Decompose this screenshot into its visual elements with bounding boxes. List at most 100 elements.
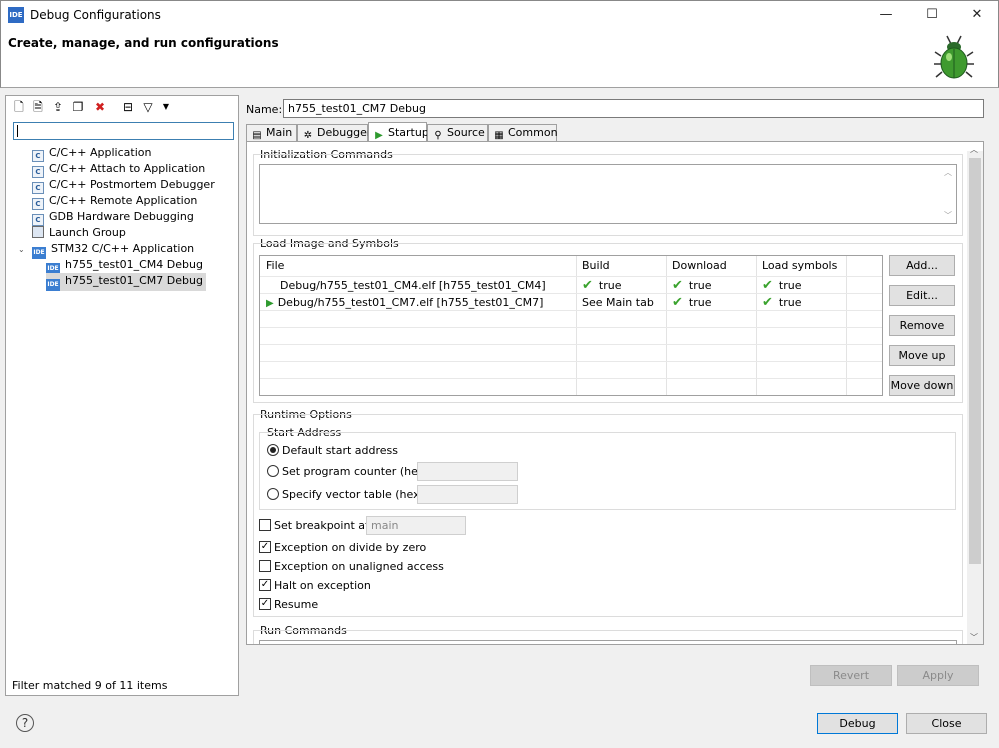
tree-item-launch-group[interactable]: Launch Group bbox=[16, 225, 236, 241]
tree-item-cpp-postmortem[interactable]: C C/C++ Postmortem Debugger bbox=[16, 177, 236, 194]
checkmark-icon: ✔ bbox=[582, 278, 593, 293]
row-file[interactable]: ▶ Debug/h755_test01_CM7.elf [h755_test01_… bbox=[266, 296, 543, 309]
tree-item-cpp-attach[interactable]: C C/C++ Attach to Application bbox=[16, 161, 236, 178]
scrollbar-thumb[interactable] bbox=[969, 158, 981, 564]
resume-checkbox[interactable]: ✓ bbox=[259, 598, 271, 610]
revert-button[interactable]: Revert bbox=[810, 665, 892, 686]
row-divider bbox=[260, 327, 882, 328]
tree-item-cm4-debug[interactable]: IDE h755_test01_CM4 Debug bbox=[16, 257, 236, 275]
program-counter-label: Set program counter (hex): bbox=[282, 465, 433, 478]
add-button[interactable]: Add... bbox=[889, 255, 955, 276]
checkmark-icon: ✔ bbox=[762, 278, 773, 293]
program-counter-radio[interactable] bbox=[267, 465, 279, 477]
header-title: Create, manage, and run configurations bbox=[8, 36, 279, 50]
dialog-header: Create, manage, and run configurations bbox=[0, 28, 999, 88]
move-up-button[interactable]: Move up bbox=[889, 345, 955, 366]
remove-button[interactable]: Remove bbox=[889, 315, 955, 336]
row-divider bbox=[260, 293, 882, 294]
filter-status: Filter matched 9 of 11 items bbox=[12, 679, 168, 692]
row-build[interactable]: ✔ true bbox=[582, 278, 621, 293]
ide-icon: IDE bbox=[46, 279, 60, 291]
program-counter-input[interactable] bbox=[417, 462, 518, 481]
load-table: File Build Download Load symbols Debug/h… bbox=[259, 255, 883, 396]
dropdown-icon[interactable]: ▼ bbox=[158, 99, 174, 115]
new-config-icon[interactable]: 🗋 bbox=[11, 99, 27, 115]
tab-source[interactable]: ⚲ Source bbox=[427, 124, 488, 142]
row-divider bbox=[260, 276, 882, 277]
maximize-button[interactable]: ☐ bbox=[909, 1, 955, 29]
export-icon[interactable]: ⇪ bbox=[50, 99, 66, 115]
resume-label: Resume bbox=[274, 598, 319, 611]
tree-item-gdb-hardware[interactable]: C GDB Hardware Debugging bbox=[16, 209, 236, 226]
col-download: Download bbox=[672, 259, 727, 272]
halt-on-exception-checkbox[interactable]: ✓ bbox=[259, 579, 271, 591]
tab-startup[interactable]: ▶ Startup bbox=[368, 122, 429, 142]
filter-icon[interactable]: ▽ bbox=[140, 99, 156, 115]
name-input[interactable]: h755_test01_CM7 Debug bbox=[283, 99, 984, 118]
tab-main[interactable]: ▤ Main bbox=[246, 124, 297, 142]
move-down-button[interactable]: Move down bbox=[889, 375, 955, 396]
row-divider bbox=[260, 378, 882, 379]
col-file: File bbox=[266, 259, 285, 272]
startup-panel: Initialization Commands ︿ ﹀ Load Image a… bbox=[246, 141, 984, 645]
row-build[interactable]: See Main tab bbox=[582, 296, 654, 309]
row-file[interactable]: Debug/h755_test01_CM4.elf [h755_test01_C… bbox=[280, 279, 546, 292]
checkmark-icon: ✔ bbox=[672, 278, 683, 293]
divide-by-zero-checkbox[interactable]: ✓ bbox=[259, 541, 271, 553]
col-load-symbols: Load symbols bbox=[762, 259, 838, 272]
tab-debugger[interactable]: ✲ Debugger bbox=[297, 124, 371, 142]
unaligned-access-checkbox[interactable] bbox=[259, 560, 271, 572]
minimize-button[interactable]: — bbox=[863, 1, 909, 29]
vector-table-input[interactable] bbox=[417, 485, 518, 504]
row-divider bbox=[260, 344, 882, 345]
apply-button[interactable]: Apply bbox=[897, 665, 979, 686]
set-breakpoint-checkbox[interactable] bbox=[259, 519, 271, 531]
unaligned-access-label: Exception on unaligned access bbox=[274, 560, 444, 573]
window-title: Debug Configurations bbox=[30, 8, 161, 22]
init-commands-textarea[interactable]: ︿ ﹀ bbox=[259, 164, 957, 224]
tree-item-stm32-application[interactable]: ⌄ IDE STM32 C/C++ Application bbox=[16, 241, 236, 259]
tree-item-cpp-application[interactable]: C C/C++ Application bbox=[16, 145, 236, 162]
set-breakpoint-label: Set breakpoint at: bbox=[274, 519, 374, 532]
configuration-tree-pane: 🗋 🗎 ⇪ ❐ ✖ ⊟ ▽ ▼ C C/C++ Application C C/C+… bbox=[5, 95, 239, 696]
checkmark-icon: ✔ bbox=[762, 295, 773, 310]
text-caret bbox=[17, 125, 18, 137]
halt-on-exception-label: Halt on exception bbox=[274, 579, 371, 592]
duplicate-icon[interactable]: ❐ bbox=[70, 99, 86, 115]
tree-item-cpp-remote[interactable]: C C/C++ Remote Application bbox=[16, 193, 236, 210]
scroll-up-icon[interactable]: ︿ bbox=[944, 167, 952, 178]
default-start-label: Default start address bbox=[282, 444, 399, 457]
default-start-radio[interactable] bbox=[267, 444, 279, 456]
new-prototype-icon[interactable]: 🗎 bbox=[30, 99, 46, 115]
config-tree: C C/C++ Application C C/C++ Attach to Appl… bbox=[16, 145, 236, 291]
vector-table-label: Specify vector table (hex): bbox=[282, 488, 428, 501]
close-button[interactable]: Close bbox=[906, 713, 987, 734]
row-download[interactable]: ✔ true bbox=[672, 278, 711, 293]
filter-input[interactable] bbox=[13, 122, 234, 140]
tab-common[interactable]: ▦ Common bbox=[488, 124, 558, 142]
launch-group-icon bbox=[32, 226, 44, 238]
col-build: Build bbox=[582, 259, 610, 272]
debug-button[interactable]: Debug bbox=[817, 713, 898, 734]
ide-icon: IDE bbox=[32, 247, 46, 259]
tree-item-cm7-debug[interactable]: IDE h755_test01_CM7 Debug bbox=[16, 273, 236, 291]
run-commands-textarea[interactable] bbox=[259, 640, 957, 644]
vector-table-radio[interactable] bbox=[267, 488, 279, 500]
help-icon[interactable]: ? bbox=[16, 714, 34, 732]
collapse-all-icon[interactable]: ⊟ bbox=[120, 99, 136, 115]
row-symbols[interactable]: ✔ true bbox=[762, 295, 801, 310]
scroll-up-arrow-icon[interactable]: ︿ bbox=[970, 144, 978, 155]
close-window-button[interactable]: ✕ bbox=[954, 1, 999, 29]
checkmark-icon: ✔ bbox=[672, 295, 683, 310]
row-divider bbox=[260, 361, 882, 362]
active-run-icon: ▶ bbox=[266, 298, 274, 309]
name-label: Name: bbox=[246, 103, 283, 116]
delete-icon[interactable]: ✖ bbox=[92, 99, 108, 115]
chevron-down-icon[interactable]: ⌄ bbox=[18, 242, 32, 258]
row-symbols[interactable]: ✔ true bbox=[762, 278, 801, 293]
scroll-down-icon[interactable]: ﹀ bbox=[944, 210, 952, 221]
row-download[interactable]: ✔ true bbox=[672, 295, 711, 310]
breakpoint-input[interactable]: main bbox=[366, 516, 466, 535]
edit-button[interactable]: Edit... bbox=[889, 285, 955, 306]
scroll-down-arrow-icon[interactable]: ﹀ bbox=[970, 632, 978, 643]
